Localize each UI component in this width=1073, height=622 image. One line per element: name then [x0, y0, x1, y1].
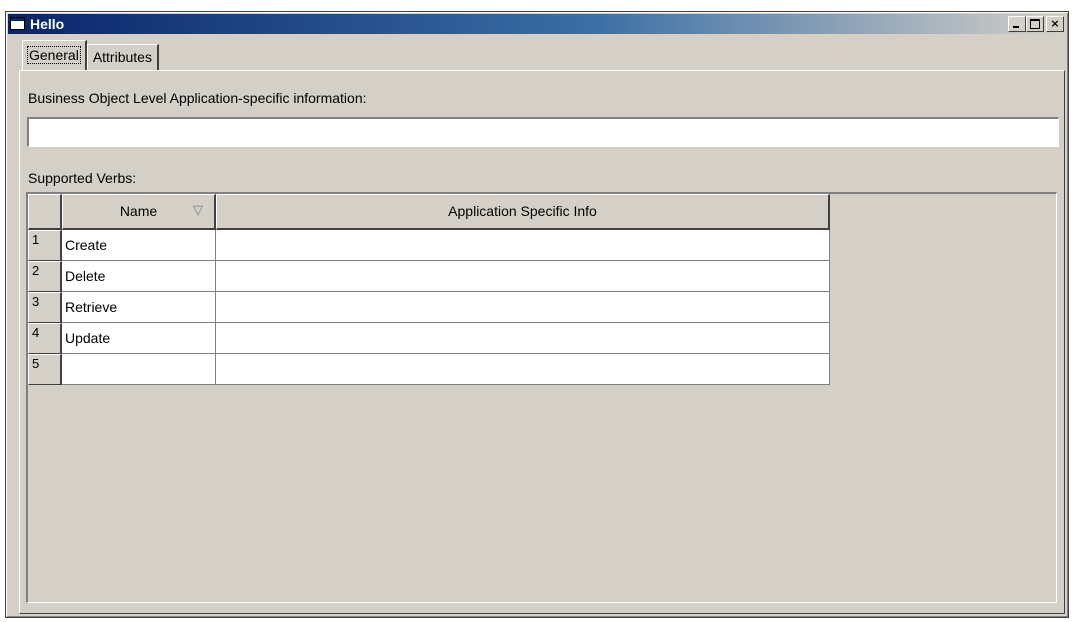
table-row: 4 Update	[28, 323, 830, 354]
grid-corner-header[interactable]	[28, 194, 62, 230]
cell-verb-name[interactable]: Update	[62, 323, 216, 354]
table-row: 2 Delete	[28, 261, 830, 292]
sort-triangle-icon[interactable]: ▽	[192, 204, 204, 218]
cell-verb-name[interactable]: Create	[62, 230, 216, 261]
close-icon: ×	[1050, 17, 1060, 30]
cell-app-info[interactable]	[216, 323, 830, 354]
tab-general-label: General	[27, 46, 81, 64]
title-bar[interactable]: Hello ×	[8, 14, 1066, 34]
tab-attributes[interactable]: Attributes	[86, 44, 159, 70]
caption-buttons: ×	[1008, 16, 1064, 32]
table-row: 1 Create	[28, 230, 830, 261]
cell-app-info[interactable]	[216, 230, 830, 261]
table-row: 3 Retrieve	[28, 292, 830, 323]
row-number[interactable]: 1	[28, 230, 62, 261]
maximize-button[interactable]	[1026, 16, 1044, 32]
tab-attributes-label: Attributes	[92, 49, 152, 65]
cell-verb-name[interactable]	[62, 354, 216, 385]
tab-general[interactable]: General	[22, 40, 87, 70]
row-number[interactable]: 4	[28, 323, 62, 354]
tab-strip: General Attributes	[22, 40, 159, 70]
minimize-button[interactable]	[1008, 16, 1026, 32]
bo-info-label: Business Object Level Application-specif…	[28, 90, 367, 106]
table-row: 5	[28, 354, 830, 385]
row-number[interactable]: 3	[28, 292, 62, 323]
column-header-app-info[interactable]: Application Specific Info	[216, 194, 830, 230]
row-number[interactable]: 2	[28, 261, 62, 292]
close-button[interactable]: ×	[1046, 16, 1064, 32]
cell-verb-name[interactable]: Retrieve	[62, 292, 216, 323]
window-icon	[10, 17, 25, 30]
cell-app-info[interactable]	[216, 261, 830, 292]
verbs-grid: Name ▽ Application Specific Info 1 Creat…	[26, 192, 1057, 603]
row-number[interactable]: 5	[28, 354, 62, 385]
column-header-app-info-label: Application Specific Info	[448, 203, 597, 219]
maximize-icon	[1030, 19, 1040, 29]
cell-app-info[interactable]	[216, 292, 830, 323]
column-header-name[interactable]: Name ▽	[62, 194, 216, 230]
minimize-icon	[1013, 26, 1019, 28]
cell-app-info[interactable]	[216, 354, 830, 385]
bo-info-input[interactable]	[27, 117, 1059, 147]
verbs-label: Supported Verbs:	[28, 170, 137, 186]
window-title: Hello	[30, 16, 65, 32]
cell-verb-name[interactable]: Delete	[62, 261, 216, 292]
column-header-name-label: Name	[119, 203, 158, 219]
